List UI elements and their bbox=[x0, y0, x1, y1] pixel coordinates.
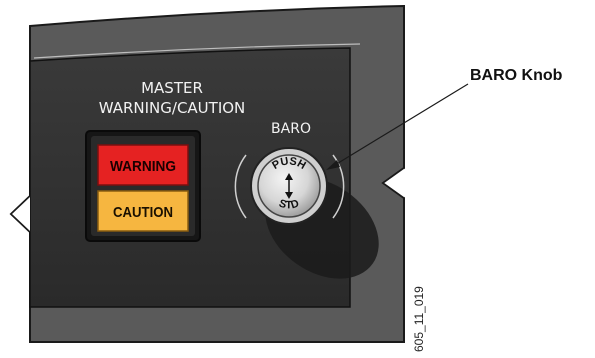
warning-caution-title: WARNING/CAUTION bbox=[98, 99, 246, 117]
figure-reference: 605_11_019 bbox=[412, 286, 426, 352]
panel-diagram: WARNING CAUTION PUSH STD bbox=[9, 4, 469, 343]
baro-knob-callout: BARO Knob bbox=[470, 67, 563, 84]
warning-text: WARNING bbox=[110, 158, 176, 175]
break-mark-left bbox=[9, 195, 31, 233]
master-title: MASTER bbox=[141, 79, 203, 97]
knob-std-text: STD bbox=[277, 198, 300, 212]
baro-label: BARO bbox=[271, 121, 311, 137]
caution-text: CAUTION bbox=[113, 204, 173, 221]
